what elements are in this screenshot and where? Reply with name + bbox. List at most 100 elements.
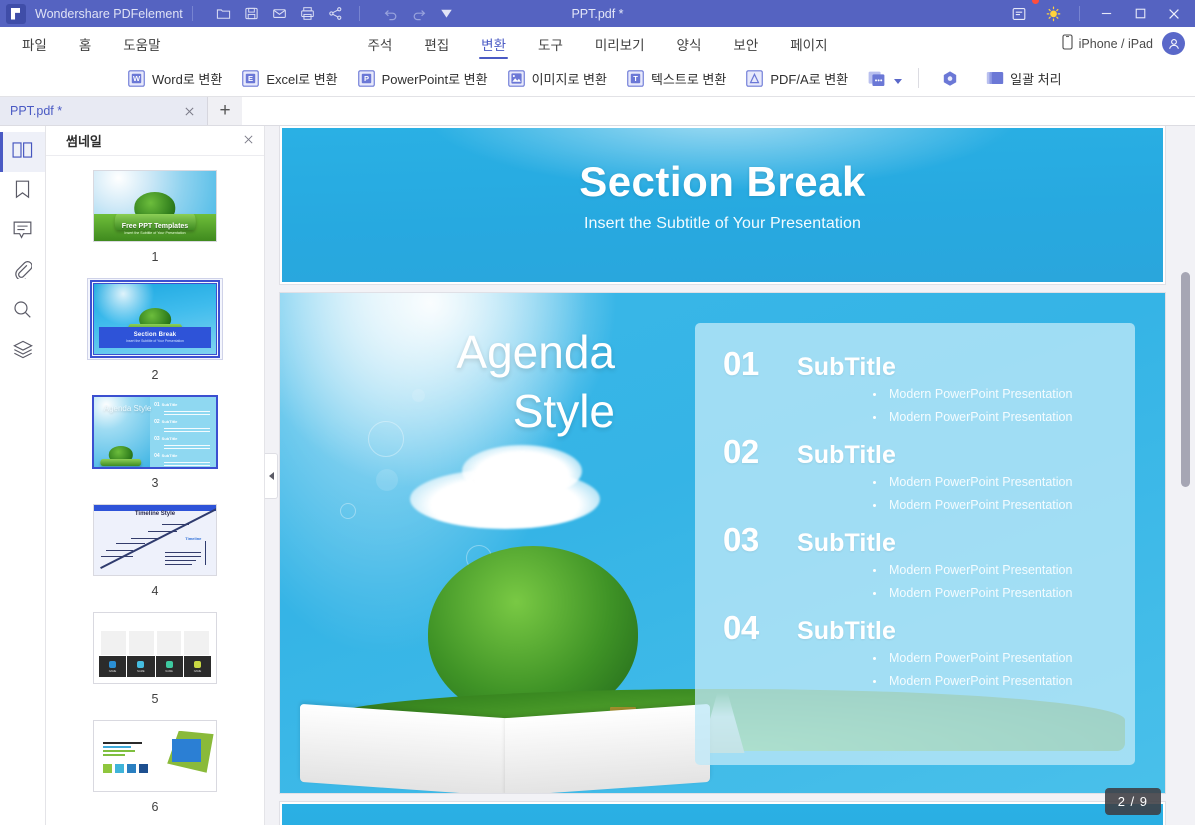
- list-item[interactable]: Timeline Style Timeline 4: [46, 504, 264, 608]
- sidebar-item-layers[interactable]: [0, 332, 45, 372]
- menu-protect-label: 보안: [733, 37, 759, 53]
- batch-process-button[interactable]: 일괄 처리: [976, 66, 1071, 91]
- collapse-left-arrow-icon[interactable]: [265, 452, 278, 499]
- close-button[interactable]: [1157, 0, 1191, 27]
- menu-page-label: 페이지: [790, 37, 828, 53]
- word-icon: W: [128, 69, 145, 87]
- undo-icon[interactable]: [377, 3, 405, 25]
- chevron-down-icon[interactable]: [894, 79, 903, 84]
- thumbnail-page-5[interactable]: Our Team Style NAME NAME NAME NAME: [93, 612, 217, 684]
- agenda-item[interactable]: 02 SubTitle Modern PowerPoint Presentati…: [723, 433, 1115, 512]
- document-tab[interactable]: PPT.pdf *: [0, 97, 208, 125]
- agenda-item[interactable]: 04 SubTitle Modern PowerPoint Presentati…: [723, 609, 1115, 688]
- close-icon[interactable]: [181, 103, 197, 119]
- scrollbar-thumb[interactable]: [1181, 272, 1190, 487]
- thumbnail-page-3[interactable]: 01 SubTitle 02 SubTitle 03 SubTitle 04 SubTi…: [92, 395, 218, 469]
- new-tab-icon[interactable]: +: [208, 97, 242, 125]
- theme-icon[interactable]: [1036, 0, 1070, 27]
- menu-center-group: 주석 편집 변환 도구 미리보기 양식 보안 페이지: [351, 27, 843, 60]
- thumbnail-page-1[interactable]: Free PPT Templates Insert the Subtitle o…: [93, 170, 217, 242]
- slide-page-section-break[interactable]: Section Break Insert the Subtitle of You…: [280, 126, 1165, 284]
- menu-help[interactable]: 도움말: [107, 27, 176, 60]
- agenda-bullet-text: Modern PowerPoint Presentation: [889, 563, 1073, 577]
- thumbnail-page-6[interactable]: Infographic Style: [93, 720, 217, 792]
- thumbnail-page-4[interactable]: Timeline Style Timeline: [93, 504, 217, 576]
- thumbnail-panel-header: 썸네일: [46, 126, 264, 156]
- menu-edit[interactable]: 편집: [408, 27, 465, 60]
- convert-to-powerpoint-button[interactable]: P PowerPoint로 변환: [348, 66, 498, 91]
- menu-file[interactable]: 파일: [6, 27, 63, 60]
- sidebar-item-search[interactable]: [0, 292, 45, 332]
- menu-home[interactable]: 홈: [63, 27, 107, 60]
- list-item[interactable]: Our Team Style NAME NAME NAME NAME: [46, 612, 264, 716]
- search-icon: [13, 300, 32, 324]
- bullet-dot-icon: [873, 480, 876, 484]
- convert-to-image-button[interactable]: 이미지로 변환: [498, 66, 617, 91]
- svg-text:E: E: [248, 74, 253, 83]
- minimize-button[interactable]: [1089, 0, 1123, 27]
- menu-protect[interactable]: 보안: [717, 27, 774, 60]
- menu-convert[interactable]: 변환: [465, 27, 522, 60]
- page-indicator: 2 / 9: [1104, 788, 1161, 815]
- menu-page[interactable]: 페이지: [774, 27, 843, 60]
- agenda-list-card: 01 SubTitle Modern PowerPoint Presentati…: [695, 323, 1135, 765]
- share-icon[interactable]: [322, 3, 350, 25]
- agenda-item-number: 01: [723, 345, 759, 382]
- open-folder-icon[interactable]: [210, 3, 238, 25]
- text-icon: T: [627, 69, 644, 87]
- tab-strip-filler: [242, 97, 1195, 125]
- agenda-bullet: Modern PowerPoint Presentation: [873, 498, 1115, 512]
- agenda-bullet-text: Modern PowerPoint Presentation: [889, 410, 1073, 424]
- save-icon[interactable]: [238, 3, 266, 25]
- document-viewer[interactable]: Section Break Insert the Subtitle of You…: [265, 126, 1195, 825]
- agenda-item-number: 02: [723, 433, 759, 470]
- menu-preview[interactable]: 미리보기: [579, 27, 661, 60]
- more-tools-icon[interactable]: [433, 3, 461, 25]
- more-formats-button[interactable]: [858, 67, 906, 90]
- convert-to-word-label: Word로 변환: [152, 71, 223, 87]
- email-icon[interactable]: [266, 3, 294, 25]
- list-item[interactable]: 01 SubTitle 02 SubTitle 03 SubTitle 04 SubTi…: [46, 395, 264, 500]
- menu-form[interactable]: 양식: [661, 27, 718, 60]
- print-icon[interactable]: [294, 3, 322, 25]
- menu-comment[interactable]: 주석: [351, 27, 408, 60]
- cloud: [462, 445, 582, 497]
- list-item[interactable]: Infographic Style: [46, 720, 264, 824]
- history-toolbar: [377, 3, 461, 25]
- convert-to-excel-button[interactable]: E Excel로 변환: [232, 66, 347, 91]
- agenda-bullet: Modern PowerPoint Presentation: [873, 563, 1115, 577]
- convert-to-word-button[interactable]: W Word로 변환: [118, 66, 232, 91]
- convert-to-text-button[interactable]: T 텍스트로 변환: [617, 66, 736, 91]
- menu-tools[interactable]: 도구: [522, 27, 579, 60]
- slide-page-next[interactable]: [280, 802, 1165, 825]
- bullet-dot-icon: [873, 415, 876, 419]
- redo-icon[interactable]: [405, 3, 433, 25]
- avatar[interactable]: [1162, 32, 1185, 55]
- sidebar-rail: [0, 126, 46, 825]
- list-item[interactable]: Section Break Insert the Subtitle of You…: [46, 278, 264, 392]
- agenda-item[interactable]: 01 SubTitle Modern PowerPoint Presentati…: [723, 345, 1115, 424]
- agenda-bullet-text: Modern PowerPoint Presentation: [889, 498, 1073, 512]
- sidebar-item-thumbnails[interactable]: [0, 132, 45, 172]
- agenda-bullet-text: Modern PowerPoint Presentation: [889, 651, 1073, 665]
- convert-to-pdfa-button[interactable]: PDF/A로 변환: [736, 66, 858, 91]
- sidebar-item-comments[interactable]: [0, 212, 45, 252]
- close-icon[interactable]: [243, 133, 254, 148]
- sidebar-item-bookmarks[interactable]: [0, 172, 45, 212]
- document-tab-strip: PPT.pdf * +: [0, 97, 1195, 126]
- thumbnail-list[interactable]: Free PPT Templates Insert the Subtitle o…: [46, 156, 264, 825]
- notifications-icon[interactable]: [1002, 0, 1039, 27]
- maximize-button[interactable]: [1123, 0, 1157, 27]
- slide-page-agenda[interactable]: Agenda Style 01 SubTitle Modern PowerPoi…: [280, 293, 1165, 793]
- scrollbar[interactable]: [1180, 130, 1191, 821]
- agenda-bullet: Modern PowerPoint Presentation: [873, 475, 1115, 489]
- thumbnail-page-number: 6: [151, 800, 159, 814]
- thumbnail-page-2[interactable]: Section Break Insert the Subtitle of You…: [90, 280, 220, 358]
- sidebar-item-attachments[interactable]: [0, 252, 45, 292]
- svg-text:T: T: [633, 74, 638, 83]
- list-item[interactable]: Free PPT Templates Insert the Subtitle o…: [46, 170, 264, 274]
- agenda-item[interactable]: 03 SubTitle Modern PowerPoint Presentati…: [723, 521, 1115, 600]
- phone-icon: [1062, 34, 1073, 53]
- device-connect-button[interactable]: iPhone / iPad: [1062, 34, 1153, 53]
- ocr-button[interactable]: [931, 67, 968, 90]
